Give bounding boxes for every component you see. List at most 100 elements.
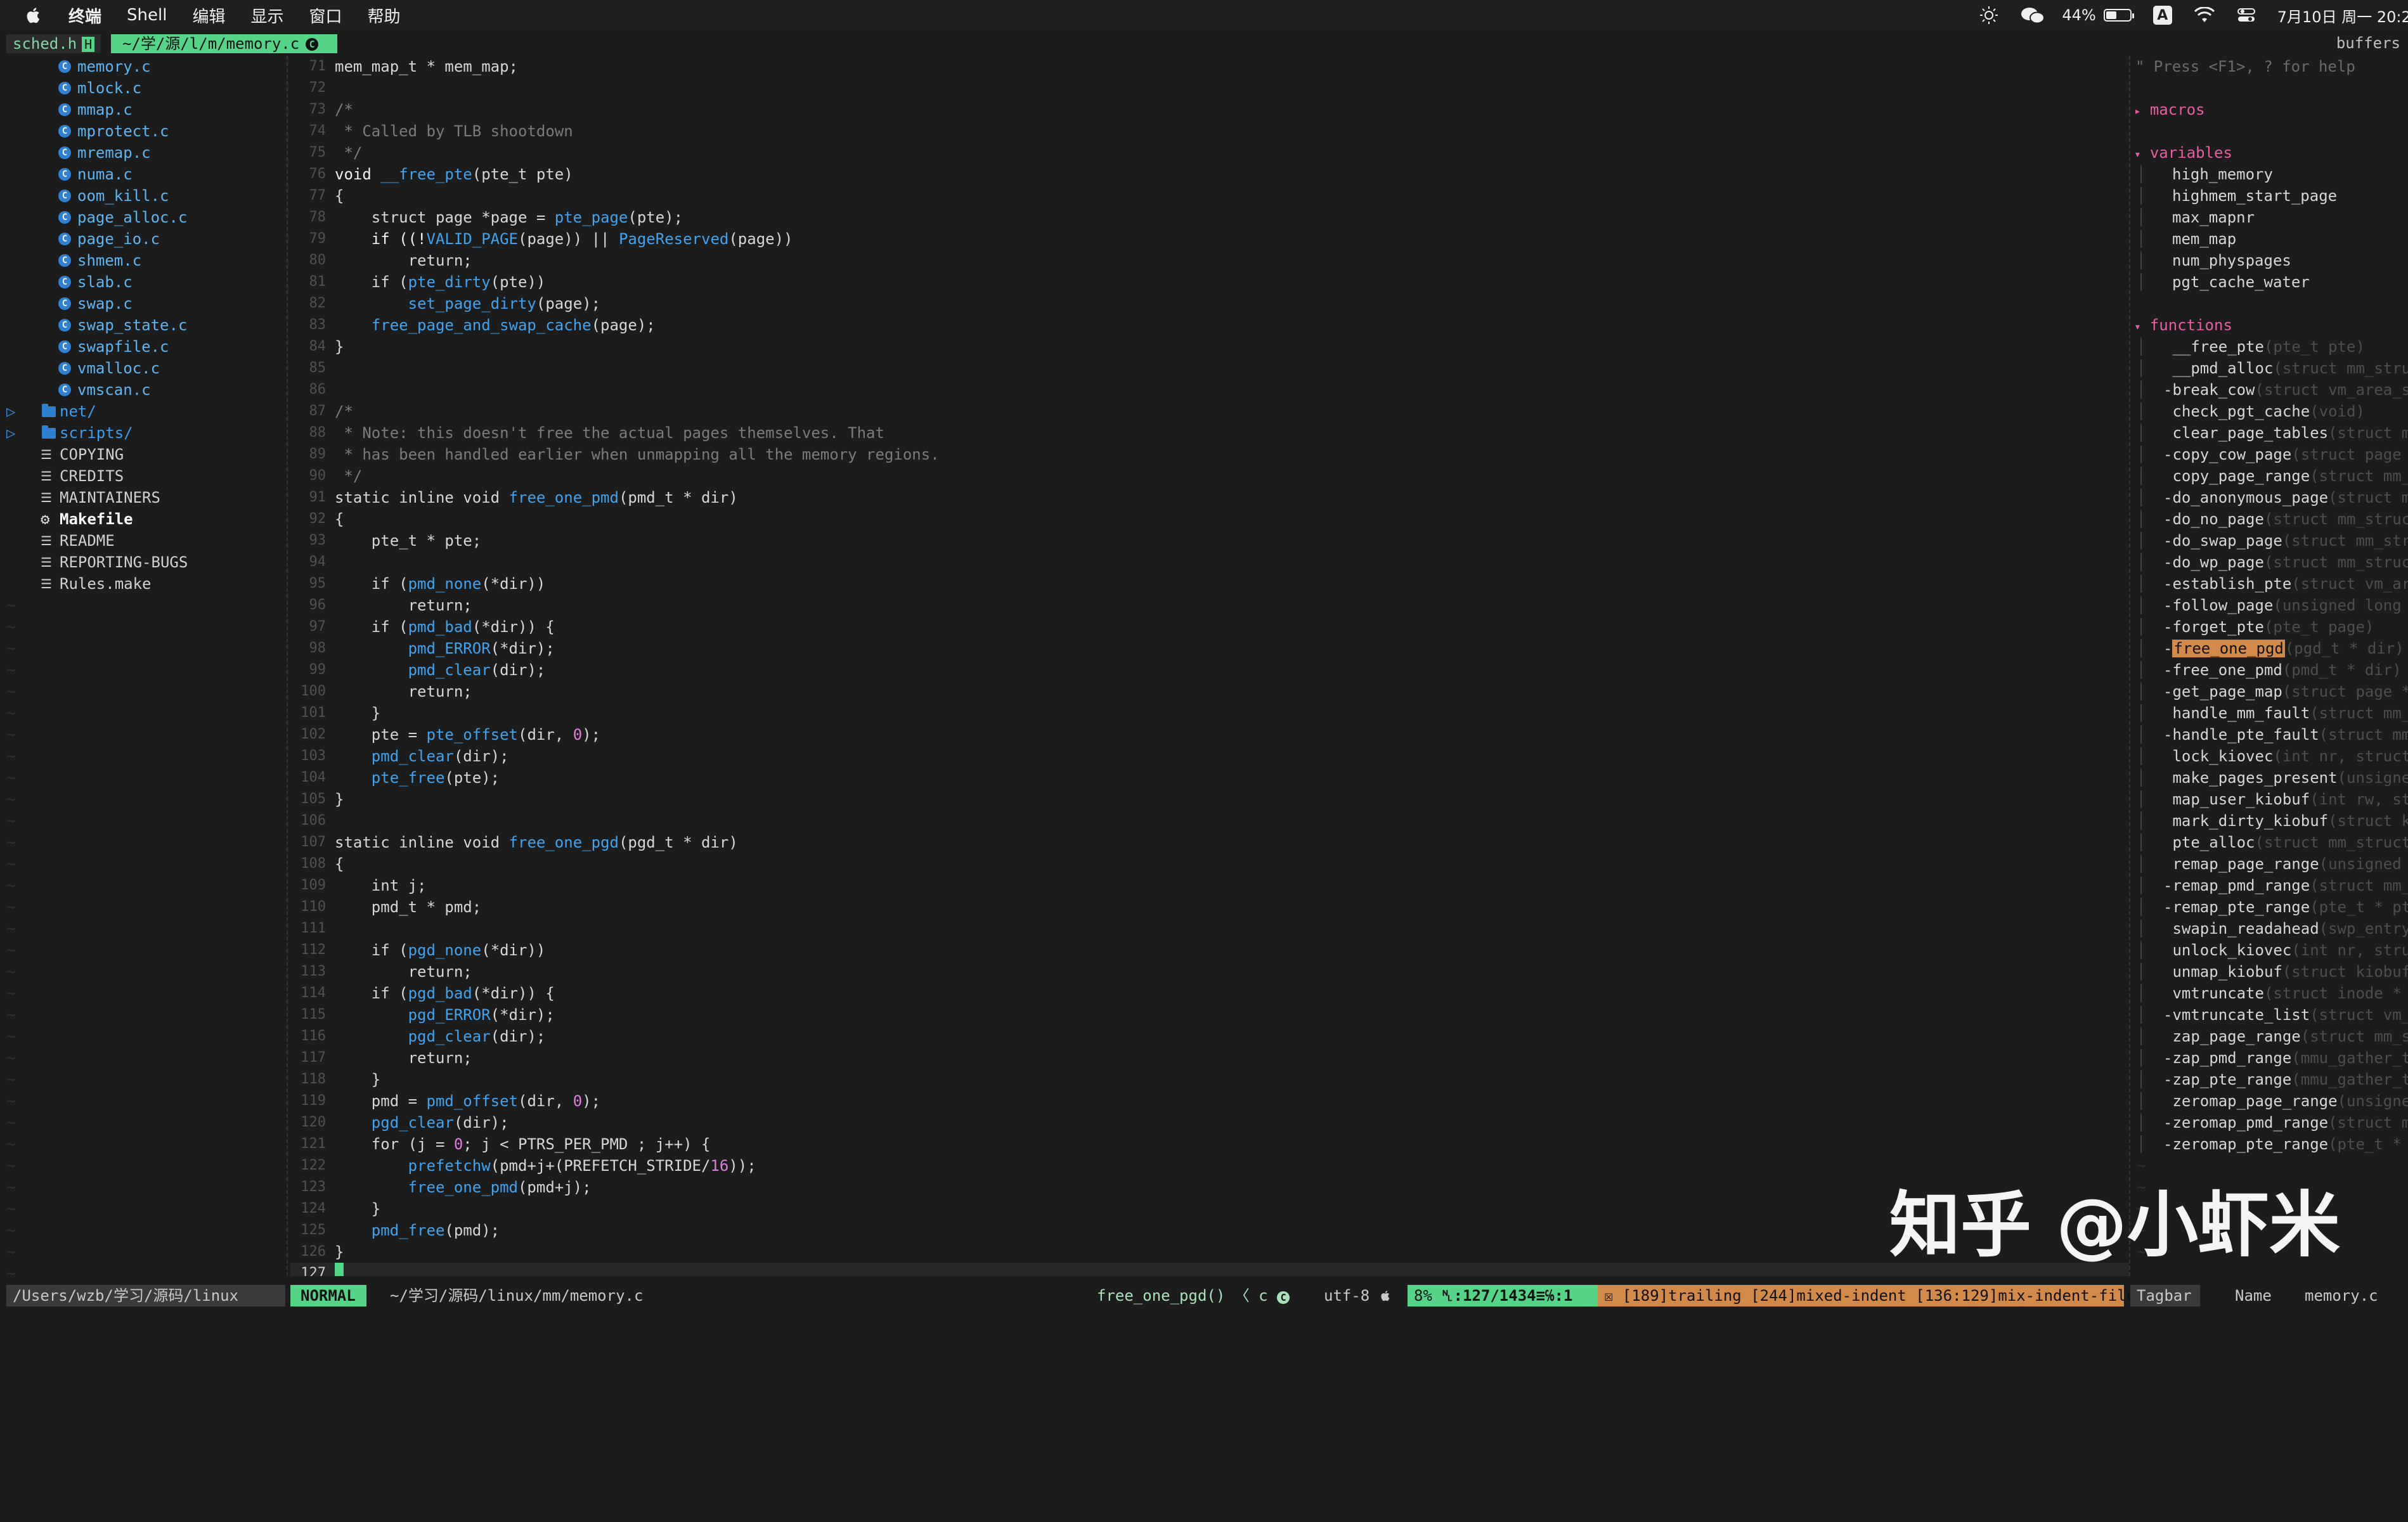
tree-item-mlock-c[interactable]: Cmlock.c [0, 77, 285, 99]
code-line[interactable]: } [335, 336, 344, 358]
code-line[interactable]: if (pmd_bad(*dir)) { [335, 616, 555, 638]
code-line[interactable]: mem_map_t * mem_map; [335, 56, 518, 77]
code-line[interactable]: } [335, 702, 380, 724]
code-line[interactable]: } [335, 1241, 344, 1263]
code-line[interactable]: pgd_clear(dir); [335, 1026, 545, 1047]
code-line[interactable]: { [335, 185, 344, 207]
tagbar-function-item[interactable]: │ zap_page_range(struct mm_s [2130, 1026, 2408, 1047]
tree-item-oom_kill-c[interactable]: Coom_kill.c [0, 185, 285, 207]
expand-arrow-icon[interactable]: ▷ [6, 401, 15, 422]
tagbar-function-item[interactable]: │-zeromap_pmd_range(struct m [2130, 1112, 2408, 1133]
code-line[interactable]: return; [335, 1047, 472, 1069]
code-line[interactable]: if (pgd_bad(*dir)) { [335, 983, 555, 1004]
tagbar-function-item[interactable]: │-zap_pmd_range(mmu_gather_t [2130, 1047, 2408, 1069]
menu-window[interactable]: 窗口 [309, 4, 342, 27]
tagbar-variable-item[interactable]: │high_memory [2130, 164, 2408, 185]
menubar-datetime[interactable]: 7月10日 周一 20:29 [2277, 4, 2408, 27]
code-editor[interactable]: 71mem_map_t * mem_map;7273/*74 * Called … [290, 56, 2129, 1276]
tree-item-page_alloc-c[interactable]: Cpage_alloc.c [0, 207, 285, 228]
menu-shell[interactable]: Shell [127, 6, 167, 25]
tree-file-copying[interactable]: ☰COPYING [0, 444, 285, 465]
tree-file-reporting-bugs[interactable]: ☰REPORTING-BUGS [0, 551, 285, 573]
expanded-arrow-icon[interactable]: ▾ [2134, 148, 2141, 161]
tagbar-section-functions[interactable]: ▾functions [2130, 314, 2408, 336]
wifi-icon[interactable] [2194, 7, 2215, 23]
tree-dir-scripts[interactable]: ▷scripts/ [0, 422, 285, 444]
tagbar-function-item[interactable]: │-do_anonymous_page(struct m [2130, 487, 2408, 508]
tagbar-function-item[interactable]: │-follow_page(unsigned long [2130, 595, 2408, 616]
code-line[interactable]: if (pmd_none(*dir)) [335, 573, 545, 595]
code-line[interactable]: } [335, 1198, 380, 1220]
expanded-arrow-icon[interactable]: ▾ [2134, 320, 2141, 333]
menu-view[interactable]: 显示 [250, 4, 283, 27]
tree-item-vmalloc-c[interactable]: Cvmalloc.c [0, 358, 285, 379]
tree-item-vmscan-c[interactable]: Cvmscan.c [0, 379, 285, 401]
code-line[interactable]: return; [335, 595, 472, 616]
tree-item-memory-c[interactable]: Cmemory.c [0, 56, 285, 77]
tagbar-function-item[interactable]: │ make_pages_present(unsigne [2130, 767, 2408, 789]
code-line[interactable]: * Note: this doesn't free the actual pag… [335, 422, 884, 444]
code-line[interactable]: */ [335, 465, 362, 487]
tagbar-function-item[interactable]: │ vmtruncate(struct inode * [2130, 983, 2408, 1004]
code-line[interactable]: * Called by TLB shootdown [335, 120, 573, 142]
tagbar-function-item[interactable]: │ copy_page_range(struct mm_ [2130, 465, 2408, 487]
tagbar-function-item[interactable]: │-do_wp_page(struct mm_struc [2130, 551, 2408, 573]
code-line[interactable]: void __free_pte(pte_t pte) [335, 164, 573, 185]
code-line[interactable]: */ [335, 142, 362, 164]
tagbar-function-item[interactable]: │ unmap_kiobuf(struct kiobuf [2130, 961, 2408, 983]
menu-edit[interactable]: 编辑 [192, 4, 225, 27]
code-line[interactable]: pte_free(pte); [335, 767, 500, 789]
nerdtree-divider[interactable] [287, 56, 289, 1276]
code-line[interactable]: /* [335, 401, 353, 422]
tagbar-variable-item[interactable]: │pgt_cache_water [2130, 271, 2408, 293]
code-line[interactable]: } [335, 789, 344, 810]
tagbar-variable-item[interactable]: │max_mapnr [2130, 207, 2408, 228]
tagbar-function-item[interactable]: │-get_page_map(struct page * [2130, 681, 2408, 702]
code-line[interactable]: if (pte_dirty(pte)) [335, 271, 545, 293]
tagbar-function-item[interactable]: │-remap_pte_range(pte_t * pt [2130, 896, 2408, 918]
tagbar-variable-item[interactable]: │mem_map [2130, 228, 2408, 250]
code-line[interactable]: free_page_and_swap_cache(page); [335, 314, 656, 336]
tagbar-function-item[interactable]: │ __free_pte(pte_t pte) [2130, 336, 2408, 358]
tagbar-function-item[interactable]: │ unlock_kiovec(int nr, stru [2130, 939, 2408, 961]
menu-help[interactable]: 帮助 [368, 4, 401, 27]
input-source-icon[interactable]: A [2153, 6, 2172, 25]
tree-item-numa-c[interactable]: Cnuma.c [0, 164, 285, 185]
control-center-icon[interactable] [2237, 7, 2256, 23]
tagbar-function-item[interactable]: │ lock_kiovec(int nr, struct [2130, 745, 2408, 767]
tagbar-function-item[interactable]: │-zeromap_pte_range(pte_t * [2130, 1133, 2408, 1155]
apple-logo-icon[interactable] [24, 6, 41, 25]
code-line[interactable]: return; [335, 250, 472, 271]
code-line[interactable]: prefetchw(pmd+j+(PREFETCH_STRIDE/16)); [335, 1155, 756, 1177]
tree-file-makefile[interactable]: ⚙Makefile [0, 508, 285, 530]
code-line[interactable]: pmd_ERROR(*dir); [335, 638, 555, 659]
code-line[interactable]: { [335, 508, 344, 530]
tagbar-function-item[interactable]: │ check_pgt_cache(void) [2130, 401, 2408, 422]
tagbar-function-item[interactable]: │-vmtruncate_list(struct vm_ [2130, 1004, 2408, 1026]
code-line[interactable]: pmd_clear(dir); [335, 659, 545, 681]
code-line[interactable]: pmd = pmd_offset(dir, 0); [335, 1090, 600, 1112]
tagbar-function-item[interactable]: │-remap_pmd_range(struct mm_ [2130, 875, 2408, 896]
tagbar-function-item[interactable]: │-forget_pte(pte_t page) [2130, 616, 2408, 638]
code-line[interactable]: for (j = 0; j < PTRS_PER_PMD ; j++) { [335, 1133, 710, 1155]
code-line[interactable]: set_page_dirty(page); [335, 293, 600, 314]
tagbar-function-item[interactable]: │-free_one_pmd(pmd_t * dir) [2130, 659, 2408, 681]
code-line[interactable]: static inline void free_one_pmd(pmd_t * … [335, 487, 738, 508]
tree-item-shmem-c[interactable]: Cshmem.c [0, 250, 285, 271]
code-line[interactable]: int j; [335, 875, 427, 896]
code-line[interactable]: } [335, 1069, 380, 1090]
code-line[interactable]: if (pgd_none(*dir)) [335, 939, 545, 961]
tagbar-function-item[interactable]: │ mark_dirty_kiobuf(struct k [2130, 810, 2408, 832]
tagbar-function-item[interactable]: │-break_cow(struct vm_area_s [2130, 379, 2408, 401]
tagbar-function-item[interactable]: │-free_one_pgd(pgd_t * dir) [2130, 638, 2408, 659]
code-line[interactable]: pmd_free(pmd); [335, 1220, 500, 1241]
tree-item-mmap-c[interactable]: Cmmap.c [0, 99, 285, 120]
tree-item-mprotect-c[interactable]: Cmprotect.c [0, 120, 285, 142]
code-line[interactable]: pte_t * pte; [335, 530, 481, 551]
tagbar-function-item[interactable]: │ remap_page_range(unsigned [2130, 853, 2408, 875]
tagbar-section-variables[interactable]: ▾variables [2130, 142, 2408, 164]
tagbar-function-item[interactable]: │-do_swap_page(struct mm_str [2130, 530, 2408, 551]
code-line[interactable]: pmd_t * pmd; [335, 896, 481, 918]
code-line[interactable]: pgd_ERROR(*dir); [335, 1004, 555, 1026]
tab-memory-c[interactable]: ~/学/源/l/m/memory.cC [111, 34, 337, 53]
